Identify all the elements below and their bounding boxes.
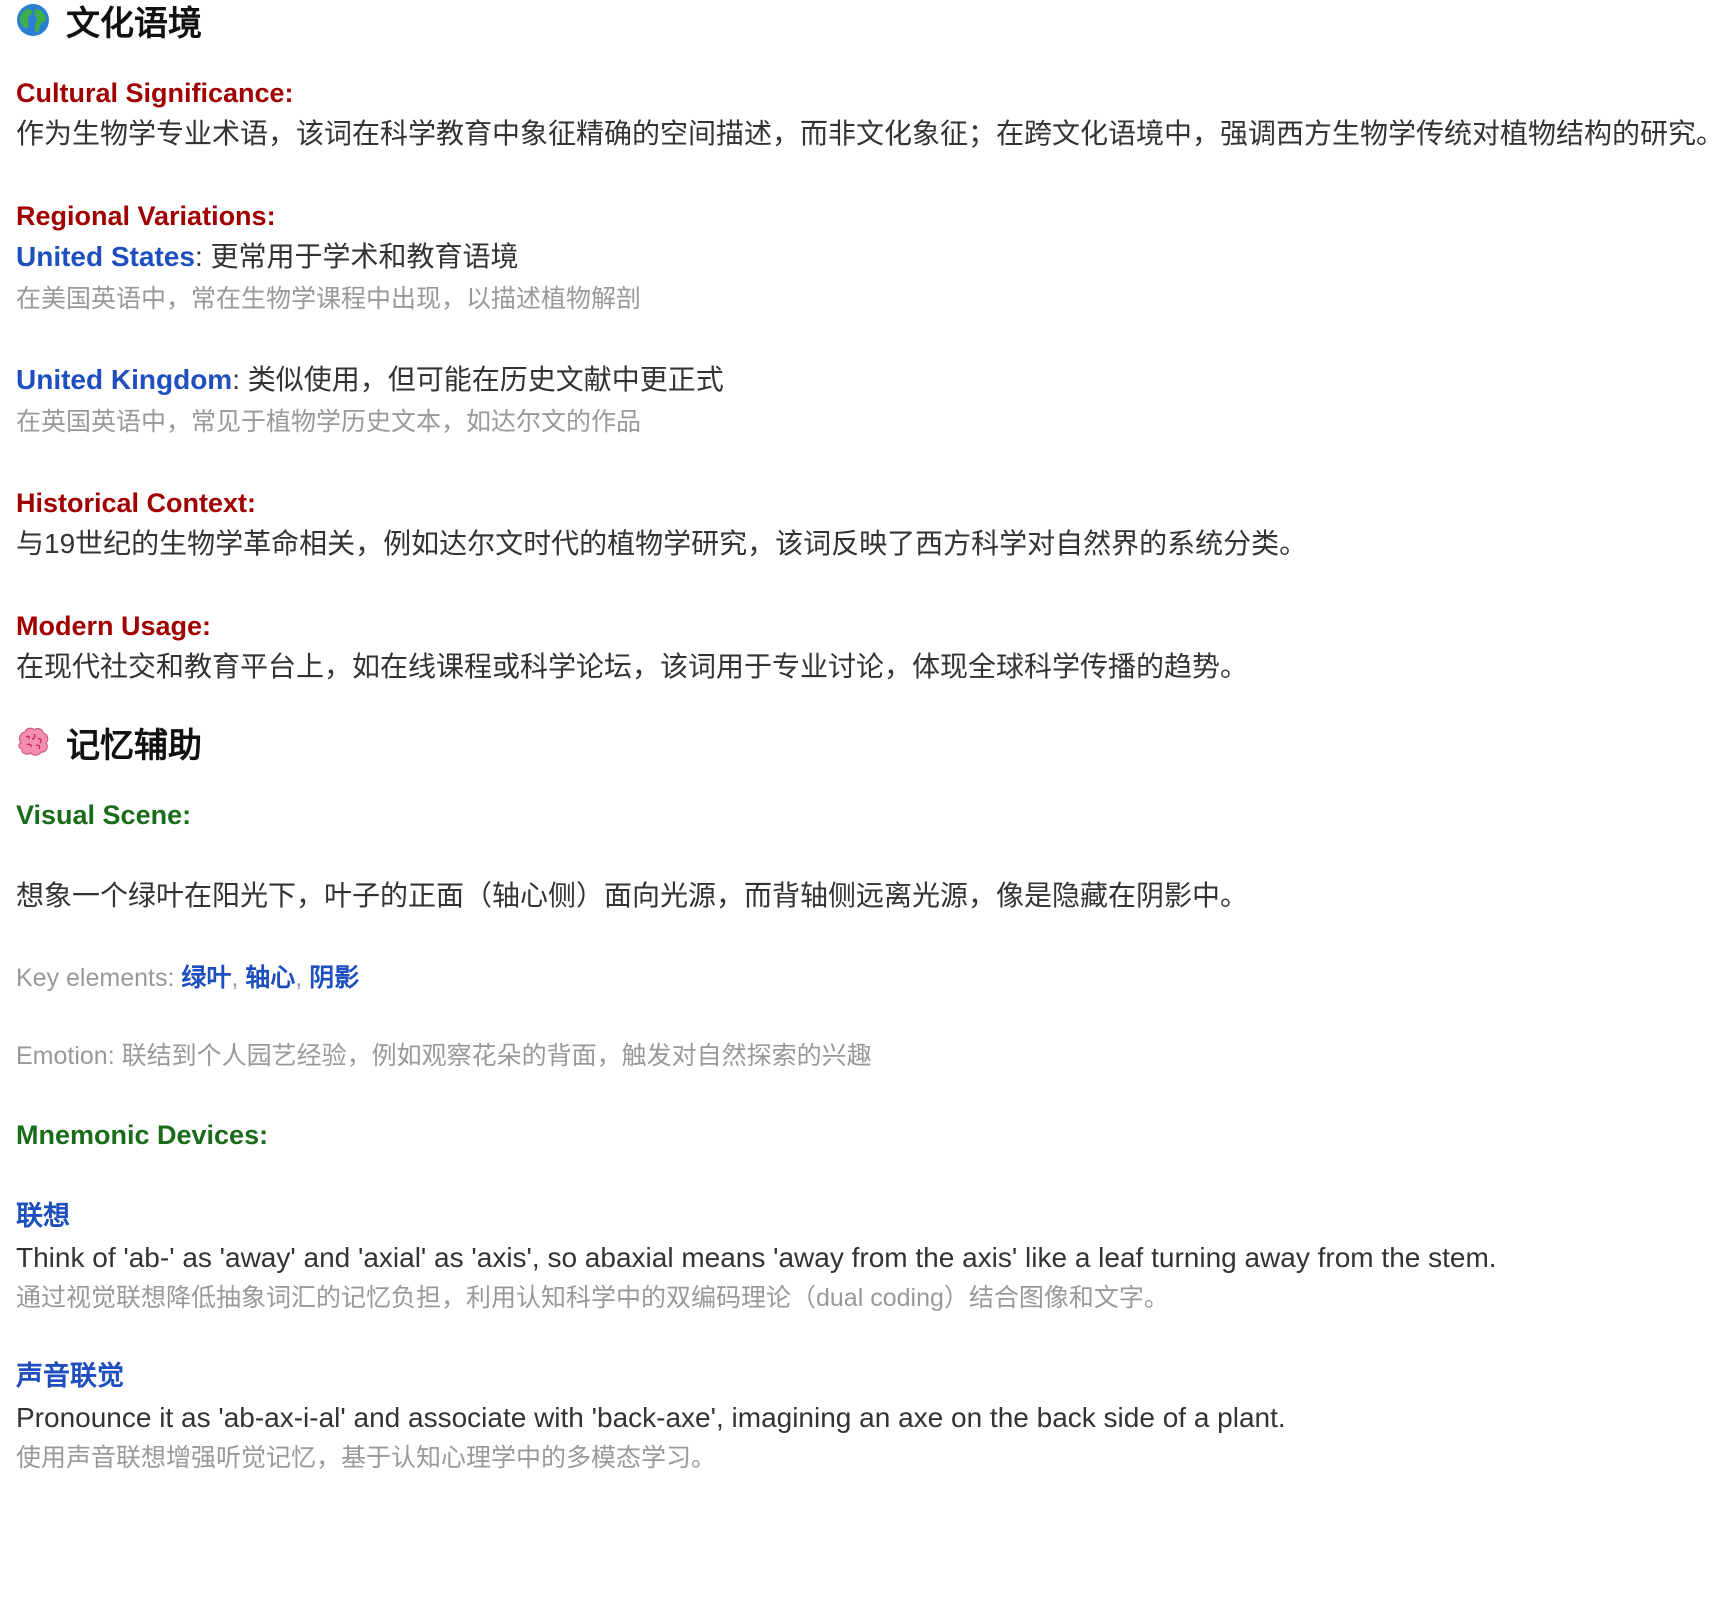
cultural-significance-label: Cultural Significance: xyxy=(16,78,294,108)
memory-section-title: 记忆辅助 xyxy=(66,726,202,765)
brain-icon xyxy=(18,727,49,756)
region-note-us: 在美国英语中，常在生物学课程中出现，以描述植物解剖 xyxy=(16,285,642,313)
mnemonic-text: Pronounce it as 'ab-ax-i-al' and associa… xyxy=(16,1402,1286,1433)
visual-scene-text: 想象一个绿叶在阳光下，叶子的正面（轴心侧）面向光源，而背轴侧远离光源，像是隐藏在… xyxy=(16,880,1249,911)
historical-context-label: Historical Context: xyxy=(16,488,257,518)
region-description: 更常用于学术和教育语境 xyxy=(210,241,519,272)
region-separator: : xyxy=(232,364,248,395)
globe-icon xyxy=(17,4,49,36)
region-note-uk: 在英国英语中，常见于植物学历史文本，如达尔文的作品 xyxy=(16,408,642,436)
emotion-line: Emotion: 联结到个人园艺经验，例如观察花朵的背面，触发对自然探索的兴趣 xyxy=(16,1038,872,1074)
emotion-label: Emotion: xyxy=(16,1042,122,1070)
historical-context-text: 与19世纪的生物学革命相关，例如达尔文时代的植物学研究，该词反映了西方科学对自然… xyxy=(16,528,1308,559)
culture-section-header: 文化语境 xyxy=(16,0,202,43)
region-item-us: United States: 更常用于学术和教育语境 xyxy=(16,237,519,277)
mnemonic-devices-label: Mnemonic Devices: xyxy=(16,1120,269,1150)
modern-usage-text: 在现代社交和教育平台上，如在线课程或科学论坛，该词用于专业讨论，体现全球科学传播… xyxy=(16,651,1249,682)
cultural-significance-text: 作为生物学专业术语，该词在科学教育中象征精确的空间描述，而非文化象征；在跨文化语… xyxy=(16,118,1714,149)
emotion-text: 联结到个人园艺经验，例如观察花朵的背面，触发对自然探索的兴趣 xyxy=(121,1042,872,1070)
key-element-separator: , xyxy=(295,964,310,992)
mnemonic-title: 声音联觉 xyxy=(16,1361,124,1391)
regional-variations-label: Regional Variations: xyxy=(16,201,276,231)
region-separator: : xyxy=(194,241,211,272)
mnemonic-note: 通过视觉联想降低抽象词汇的记忆负担，利用认知科学中的双编码理论（dual cod… xyxy=(16,1284,1169,1312)
region-description: 类似使用，但可能在历史文献中更正式 xyxy=(247,364,724,395)
mnemonic-title: 联想 xyxy=(16,1201,70,1231)
culture-section-title: 文化语境 xyxy=(66,4,202,43)
region-item-uk: United Kingdom: 类似使用，但可能在历史文献中更正式 xyxy=(16,360,724,400)
region-name: United States xyxy=(16,241,195,272)
visual-scene-label: Visual Scene: xyxy=(16,800,192,830)
modern-usage-label: Modern Usage: xyxy=(16,611,212,641)
mnemonic-note: 使用声音联想增强听觉记忆，基于认知心理学中的多模态学习。 xyxy=(16,1444,717,1472)
key-element: 轴心 xyxy=(245,964,296,992)
key-element: 绿叶 xyxy=(181,964,232,992)
region-name: United Kingdom xyxy=(16,364,233,395)
memory-section-header: 记忆辅助 xyxy=(16,722,202,765)
key-elements-line: Key elements: 绿叶, 轴心, 阴影 xyxy=(16,960,359,996)
key-element: 阴影 xyxy=(309,964,360,992)
mnemonic-text: Think of 'ab-' as 'away' and 'axial' as … xyxy=(16,1242,1497,1273)
key-elements-label: Key elements: xyxy=(16,964,182,992)
key-element-separator: , xyxy=(231,964,246,992)
